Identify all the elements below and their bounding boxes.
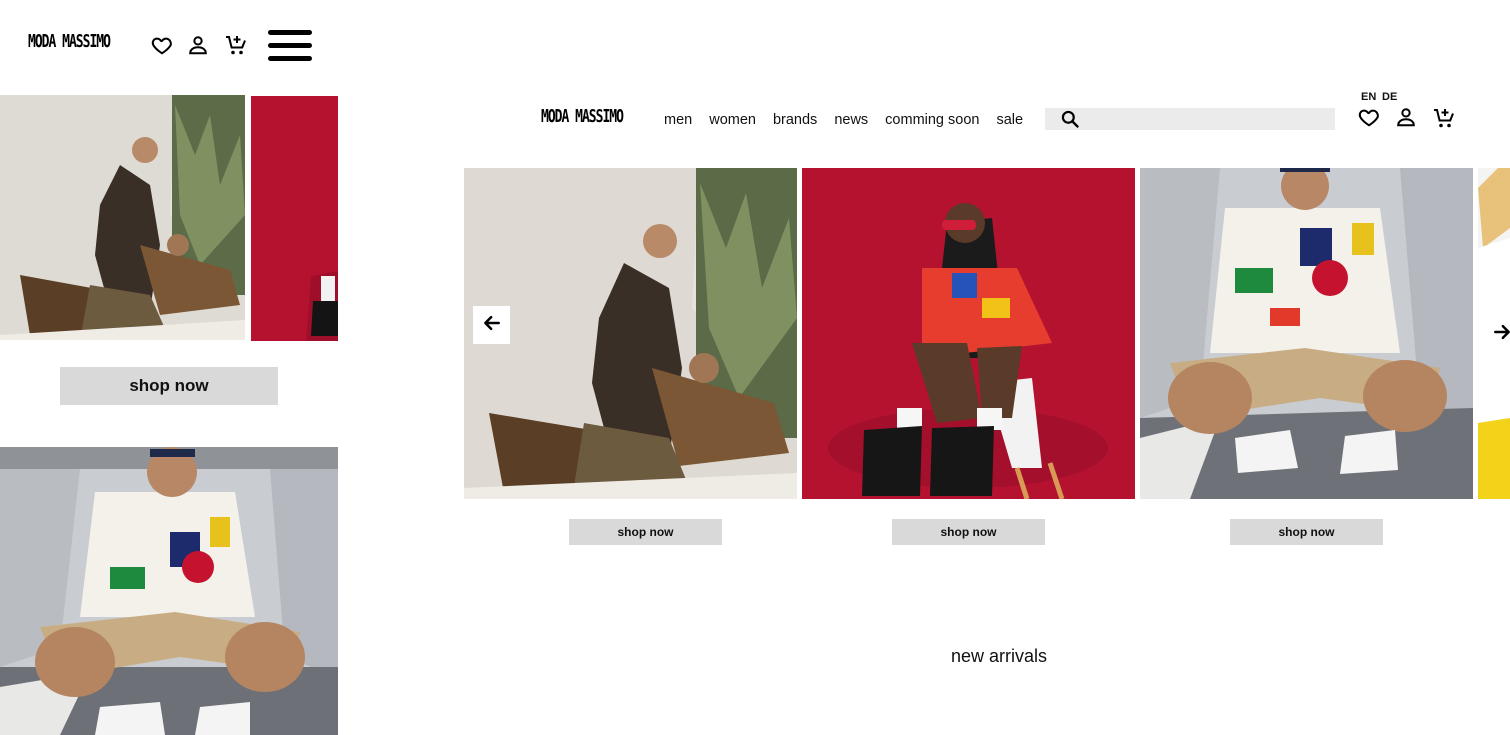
mobile-product-image-man (0, 447, 338, 735)
carousel-shop-now-button-2[interactable]: shop now (892, 519, 1045, 545)
language-de[interactable]: DE (1382, 91, 1397, 103)
nav-item-comming-soon[interactable]: comming soon (885, 112, 979, 128)
hamburger-menu-icon[interactable] (268, 30, 312, 69)
mobile-shop-now-button[interactable]: shop now (60, 367, 278, 405)
nav-item-women[interactable]: women (709, 112, 756, 128)
search-input[interactable] (1045, 108, 1335, 130)
section-title-new-arrivals: new arrivals (950, 646, 1048, 666)
language-en[interactable]: EN (1361, 91, 1376, 103)
heart-icon[interactable] (1358, 106, 1380, 128)
carousel-image-woman-red[interactable] (802, 168, 1135, 499)
desktop-logo[interactable]: Moda Massimo (541, 107, 624, 127)
arrow-left-icon (482, 313, 502, 338)
arrow-right-icon (1492, 322, 1510, 347)
cart-add-icon[interactable] (224, 33, 248, 57)
user-icon[interactable] (187, 34, 209, 56)
search-icon[interactable] (1060, 109, 1080, 129)
carousel-shop-now-button-1[interactable]: shop now (569, 519, 722, 545)
nav-item-men[interactable]: men (664, 112, 692, 128)
carousel-next-button[interactable] (1487, 315, 1510, 353)
nav-item-brands[interactable]: brands (773, 112, 817, 128)
mobile-hero-image-couple (0, 95, 245, 340)
heart-icon[interactable] (151, 34, 173, 56)
nav-item-news[interactable]: news (834, 112, 868, 128)
mobile-logo[interactable]: Moda Massimo (28, 32, 111, 52)
carousel-shop-now-button-3[interactable]: shop now (1230, 519, 1383, 545)
carousel-prev-button[interactable] (473, 306, 510, 344)
carousel-image-couple[interactable] (464, 168, 797, 499)
user-icon[interactable] (1395, 106, 1417, 128)
cart-add-icon[interactable] (1432, 106, 1456, 130)
main-nav: men women brands news comming soon sale (664, 110, 1040, 130)
mobile-hero-image-red (251, 96, 338, 341)
nav-item-sale[interactable]: sale (996, 112, 1023, 128)
carousel-image-man-squatting[interactable] (1140, 168, 1473, 499)
